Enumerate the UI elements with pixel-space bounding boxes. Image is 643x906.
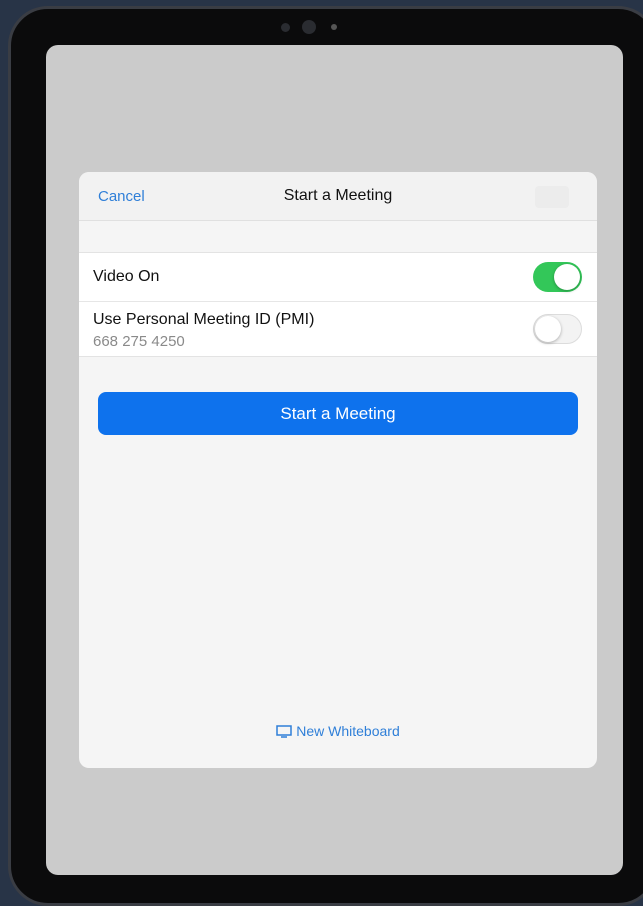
front-camera xyxy=(302,20,316,34)
sensor-dot xyxy=(281,23,290,32)
dialog-title: Start a Meeting xyxy=(283,187,393,204)
start-meeting-dialog: Cancel Start a Meeting Video On Use Pers… xyxy=(79,172,597,768)
header-placeholder xyxy=(535,186,569,208)
video-on-toggle[interactable] xyxy=(533,262,582,292)
new-whiteboard-label: New Whiteboard xyxy=(296,723,400,739)
screen: Cancel Start a Meeting Video On Use Pers… xyxy=(46,45,623,875)
new-whiteboard-button[interactable]: New Whiteboard xyxy=(79,723,597,741)
toggle-knob xyxy=(535,315,561,342)
start-meeting-button[interactable]: Start a Meeting xyxy=(98,392,578,435)
settings-group: Video On Use Personal Meeting ID (PMI) 6… xyxy=(79,252,597,357)
pmi-meeting-id: 668 275 4250 xyxy=(93,333,185,350)
whiteboard-icon xyxy=(276,725,292,741)
dialog-header: Cancel Start a Meeting xyxy=(79,172,597,221)
sensor-dot-small xyxy=(331,24,337,30)
video-on-label: Video On xyxy=(93,268,160,285)
pmi-toggle[interactable] xyxy=(533,314,582,344)
tablet-frame: Cancel Start a Meeting Video On Use Pers… xyxy=(8,6,643,906)
pmi-label: Use Personal Meeting ID (PMI) xyxy=(93,311,315,328)
pmi-row: Use Personal Meeting ID (PMI) 668 275 42… xyxy=(79,301,597,356)
video-on-row: Video On xyxy=(79,253,597,301)
toggle-knob xyxy=(554,264,580,290)
